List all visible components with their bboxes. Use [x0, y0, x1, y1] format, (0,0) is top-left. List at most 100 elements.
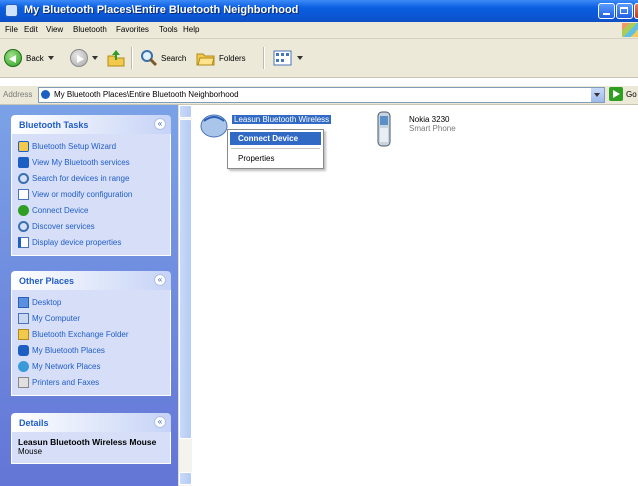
chevron-down-icon[interactable] — [92, 56, 98, 60]
views-icon — [273, 50, 292, 66]
place-my-computer[interactable]: My Computer — [12, 310, 170, 326]
windows-logo-icon — [622, 23, 638, 37]
place-desktop[interactable]: Desktop — [12, 294, 170, 310]
place-label: Bluetooth Exchange Folder — [32, 329, 129, 339]
back-arrow-icon — [4, 49, 22, 67]
close-button[interactable] — [634, 3, 638, 19]
device-mouse-label[interactable]: Leasun Bluetooth Wireless — [232, 115, 332, 124]
forward-button[interactable] — [70, 48, 98, 68]
menu-properties[interactable]: Properties — [230, 152, 321, 165]
up-folder-button[interactable] — [106, 48, 126, 68]
collapse-icon[interactable]: « — [154, 416, 166, 428]
task-display-properties[interactable]: Display device properties — [12, 234, 170, 250]
place-network-places[interactable]: My Network Places — [12, 358, 170, 374]
connect-icon — [18, 204, 29, 216]
task-pane-scrollbar[interactable] — [178, 105, 192, 486]
task-label: Discover services — [32, 221, 95, 231]
panel-title: Other Places — [19, 276, 75, 286]
bluetooth-tasks-panel: Bluetooth Tasks « Bluetooth Setup Wizard… — [11, 115, 171, 256]
place-exchange-folder[interactable]: Bluetooth Exchange Folder — [12, 326, 170, 342]
bluetooth-window-icon — [5, 4, 18, 17]
menu-connect-device[interactable]: Connect Device — [230, 132, 321, 145]
other-places-header[interactable]: Other Places « — [11, 271, 171, 290]
task-label: Connect Device — [32, 205, 89, 215]
menu-tools[interactable]: Tools — [159, 25, 178, 34]
place-label: Desktop — [32, 297, 62, 307]
go-button[interactable]: Go — [609, 87, 637, 101]
bluetooth-places-icon — [18, 344, 29, 356]
menu-separator — [231, 148, 320, 149]
menu-file[interactable]: File — [5, 25, 18, 34]
back-button[interactable]: Back — [4, 48, 54, 68]
device-phone-label[interactable]: Nokia 3230 Smart Phone — [409, 115, 456, 133]
menu-bluetooth[interactable]: Bluetooth — [73, 25, 107, 34]
bluetooth-wizard-icon — [18, 140, 29, 152]
other-places-panel: Other Places « Desktop My Computer Bluet… — [11, 271, 171, 396]
up-folder-icon — [107, 50, 125, 67]
place-label: My Network Places — [32, 361, 101, 371]
minimize-button[interactable] — [598, 3, 615, 19]
device-phone[interactable] — [376, 111, 392, 149]
chevron-down-icon[interactable] — [297, 56, 303, 60]
maximize-button[interactable] — [616, 3, 633, 19]
task-label: Bluetooth Setup Wizard — [32, 141, 117, 151]
address-value[interactable]: My Bluetooth Places\Entire Bluetooth Nei… — [54, 90, 239, 99]
details-panel: Details « Leasun Bluetooth Wireless Mous… — [11, 413, 171, 464]
scroll-up-button[interactable] — [179, 105, 192, 118]
device-type: Smart Phone — [409, 124, 456, 133]
window-title: My Bluetooth Places\Entire Bluetooth Nei… — [24, 4, 299, 16]
services-icon — [18, 156, 29, 168]
task-label: Search for devices in range — [32, 173, 130, 183]
collapse-icon[interactable]: « — [154, 274, 166, 286]
task-view-configuration[interactable]: View or modify configuration — [12, 186, 170, 202]
address-label: Address — [3, 90, 33, 99]
device-list: Leasun Bluetooth Wireless Nokia 3230 Sma… — [192, 105, 638, 486]
place-bluetooth-places[interactable]: My Bluetooth Places — [12, 342, 170, 358]
context-menu: Connect Device Properties — [227, 129, 324, 169]
details-device-name: Leasun Bluetooth Wireless Mouse — [18, 437, 157, 447]
address-input[interactable]: My Bluetooth Places\Entire Bluetooth Nei… — [38, 87, 605, 103]
task-bluetooth-setup-wizard[interactable]: Bluetooth Setup Wizard — [12, 138, 170, 154]
go-label: Go — [626, 89, 637, 99]
chevron-down-icon[interactable] — [47, 56, 54, 60]
mouse-icon — [200, 114, 228, 138]
place-printers[interactable]: Printers and Faxes — [12, 374, 170, 390]
search-devices-icon — [18, 172, 29, 184]
address-dropdown-button[interactable] — [591, 88, 604, 102]
task-label: Display device properties — [32, 237, 122, 247]
address-bar: Address My Bluetooth Places\Entire Bluet… — [0, 86, 638, 105]
details-device-type: Mouse — [18, 447, 43, 456]
device-mouse[interactable] — [198, 109, 230, 141]
task-discover-services[interactable]: Discover services — [12, 218, 170, 234]
title-bar: My Bluetooth Places\Entire Bluetooth Nei… — [0, 0, 638, 22]
menu-edit[interactable]: Edit — [24, 25, 38, 34]
task-view-services[interactable]: View My Bluetooth services — [12, 154, 170, 170]
folders-icon — [196, 53, 215, 66]
collapse-icon[interactable]: « — [154, 118, 166, 130]
bluetooth-tasks-header[interactable]: Bluetooth Tasks « — [11, 115, 171, 134]
scroll-thumb[interactable] — [179, 119, 192, 439]
search-button[interactable]: Search — [140, 48, 186, 68]
device-name: Leasun Bluetooth Wireless — [232, 115, 332, 124]
scroll-down-button[interactable] — [179, 472, 192, 485]
phone-icon — [377, 111, 391, 147]
menu-favorites[interactable]: Favorites — [116, 25, 149, 34]
task-label: View My Bluetooth services — [32, 157, 130, 167]
menu-view[interactable]: View — [46, 25, 63, 34]
details-header[interactable]: Details « — [11, 413, 171, 432]
menu-bar: File Edit View Bluetooth Favorites Tools… — [0, 22, 638, 39]
panel-title: Details — [19, 418, 49, 428]
desktop-icon — [18, 296, 29, 308]
place-label: My Bluetooth Places — [32, 345, 105, 355]
views-button[interactable] — [273, 48, 303, 68]
properties-icon — [18, 236, 29, 248]
discover-icon — [18, 220, 29, 232]
place-label: My Computer — [32, 313, 81, 323]
task-connect-device[interactable]: Connect Device — [12, 202, 170, 218]
folders-button[interactable]: Folders — [196, 48, 246, 68]
panel-title: Bluetooth Tasks — [19, 120, 89, 130]
bluetooth-icon — [41, 90, 50, 99]
menu-help[interactable]: Help — [183, 25, 199, 34]
task-search-devices[interactable]: Search for devices in range — [12, 170, 170, 186]
folders-label: Folders — [219, 53, 246, 63]
